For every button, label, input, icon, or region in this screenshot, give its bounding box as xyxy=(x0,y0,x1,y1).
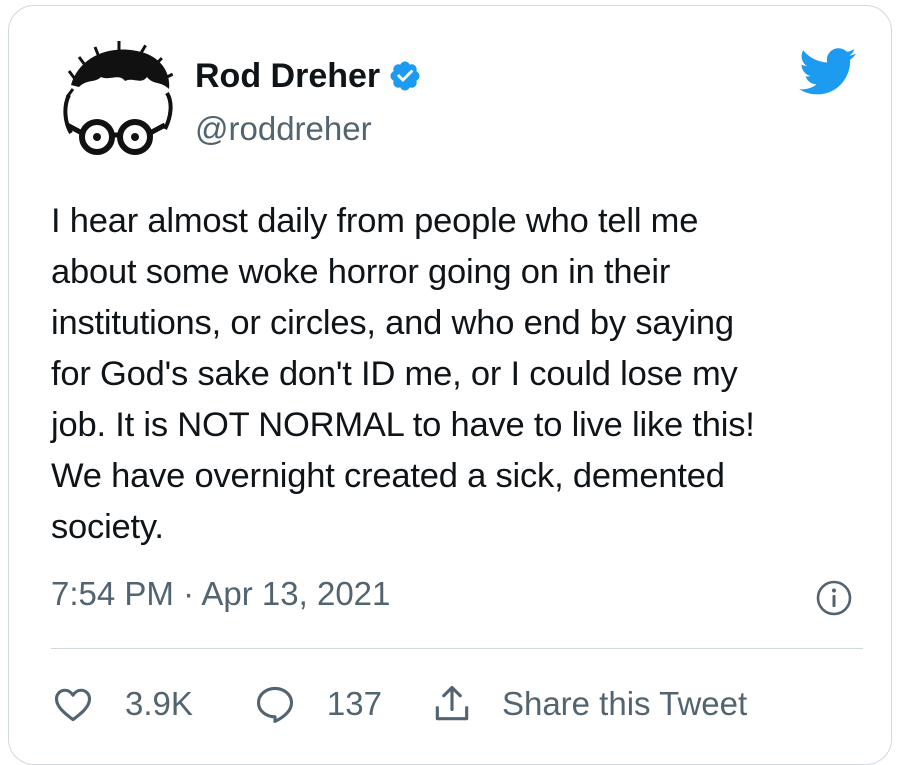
like-button[interactable]: 3.9K xyxy=(51,682,193,726)
author-display-name[interactable]: Rod Dreher xyxy=(195,56,380,96)
heart-icon xyxy=(54,688,92,722)
verified-badge-icon xyxy=(390,61,420,91)
divider xyxy=(51,648,863,649)
twitter-bird-icon[interactable] xyxy=(799,48,857,96)
share-tweet-button[interactable]: Share this Tweet xyxy=(430,682,747,726)
reply-count: 137 xyxy=(326,685,382,722)
like-count: 3.9K xyxy=(125,685,193,722)
avatar-illustration xyxy=(49,37,179,167)
author-name-row: Rod Dreher xyxy=(195,56,422,96)
reply-button[interactable]: 137 xyxy=(253,682,382,726)
share-label: Share this Tweet xyxy=(501,685,748,722)
reply-bubble-icon xyxy=(256,686,293,723)
info-icon[interactable] xyxy=(814,578,854,618)
tweet-timestamp[interactable]: 7:54 PM · Apr 13, 2021 xyxy=(51,572,390,616)
share-upload-icon xyxy=(435,685,469,721)
tweet-actions: 3.9K 137 Share this Tweet xyxy=(51,678,747,730)
tweet-card: Rod Dreher @roddreher I hear almost dail… xyxy=(8,5,892,765)
avatar[interactable] xyxy=(49,37,179,167)
author-handle[interactable]: @roddreher xyxy=(195,109,372,149)
tweet-text: I hear almost daily from people who tell… xyxy=(51,202,755,546)
